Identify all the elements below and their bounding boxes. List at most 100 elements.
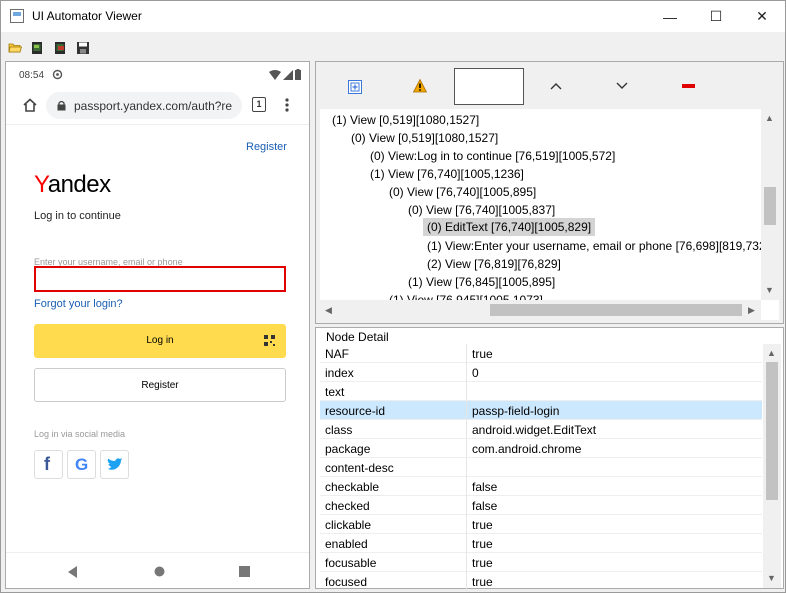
login-button-label: Log in	[146, 335, 174, 346]
detail-key: NAF	[325, 347, 349, 361]
hierarchy-tree: (1) View [0,519][1080,1527] (0) View [0,…	[320, 109, 779, 320]
social-label: Log in via social media	[34, 429, 126, 439]
username-input-highlight[interactable]	[34, 266, 286, 292]
tree-node[interactable]: (0) View [76,740][1005,837]	[408, 203, 555, 217]
detail-key: checkable	[325, 480, 380, 494]
window-title: UI Automator Viewer	[32, 9, 142, 23]
nav-recents-icon[interactable]	[239, 566, 250, 577]
next-match-icon[interactable]	[616, 82, 628, 90]
save-icon[interactable]	[76, 41, 90, 55]
detail-key: focused	[325, 575, 368, 589]
tree-node[interactable]: (1) View [76,740][1005,1236]	[370, 167, 524, 181]
google-login-button[interactable]: G	[67, 450, 96, 479]
url-field[interactable]: passport.yandex.com/auth?re	[46, 92, 242, 119]
tree-vscroll-thumb[interactable]	[764, 187, 776, 225]
scroll-down-icon[interactable]: ▼	[765, 285, 774, 295]
device-screenshot-icon[interactable]	[30, 41, 44, 55]
register-button[interactable]: Register	[34, 368, 286, 402]
tree-hscrollbar[interactable]: ◀ ▶	[320, 300, 761, 320]
table-row[interactable]: package com.android.chrome	[320, 439, 762, 458]
url-text: passport.yandex.com/auth?re	[74, 99, 233, 113]
device-screen: 08:54 passport.yandex.com/auth?re 1 Regi…	[5, 61, 310, 589]
tab-count-button[interactable]: 1	[252, 97, 266, 112]
hierarchy-pane: (1) View [0,519][1080,1527] (0) View [0,…	[315, 61, 784, 324]
tree-vscrollbar[interactable]: ▲ ▼	[761, 109, 779, 300]
status-bar: 08:54	[6, 62, 309, 88]
detail-value: true	[472, 556, 493, 570]
nav-home-icon[interactable]	[154, 566, 165, 577]
facebook-login-button[interactable]: f	[34, 450, 63, 479]
twitter-icon	[107, 458, 123, 470]
detail-value: true	[472, 575, 493, 589]
wifi-icon	[269, 70, 281, 80]
table-row[interactable]: text	[320, 382, 762, 401]
detail-value: true	[472, 518, 493, 532]
detail-value: android.widget.EditText	[472, 423, 597, 437]
tree-node[interactable]: (2) View [76,819][76,829]	[427, 257, 561, 271]
detail-value: false	[472, 499, 498, 513]
scroll-up-icon[interactable]: ▲	[765, 113, 774, 123]
toolbar	[1, 32, 785, 58]
qr-code-icon[interactable]	[264, 335, 275, 346]
login-button[interactable]: Log in	[34, 324, 286, 358]
detail-value: true	[472, 347, 493, 361]
close-button[interactable]: ✕	[739, 1, 785, 32]
warning-icon[interactable]	[413, 79, 427, 93]
maximize-button[interactable]: ☐	[693, 1, 739, 32]
browser-url-bar: passport.yandex.com/auth?re 1	[6, 88, 309, 124]
search-field[interactable]	[454, 68, 524, 105]
table-row[interactable]: enabled true	[320, 534, 762, 553]
detail-vscrollbar[interactable]: ▲ ▼	[763, 344, 781, 588]
web-content: Register Yandex Log in to continue Enter…	[6, 124, 309, 552]
table-row[interactable]: focusable true	[320, 553, 762, 572]
table-row[interactable]: focused true	[320, 572, 762, 591]
tree-node[interactable]: (1) View [76,845][1005,895]	[408, 275, 555, 289]
scroll-down-icon[interactable]: ▼	[767, 573, 776, 583]
table-row[interactable]: NAF true	[320, 344, 762, 363]
register-link[interactable]: Register	[246, 141, 287, 153]
expand-all-icon[interactable]	[348, 80, 362, 94]
android-nav-bar	[6, 552, 309, 588]
table-row[interactable]: content-desc	[320, 458, 762, 477]
detail-key: focusable	[325, 556, 377, 570]
scroll-left-icon[interactable]: ◀	[325, 305, 332, 316]
twitter-login-button[interactable]	[100, 450, 129, 479]
device-screenshot-compressed-icon[interactable]	[53, 41, 67, 55]
detail-vscroll-thumb[interactable]	[766, 362, 778, 500]
tree-node[interactable]: (0) View:Log in to continue [76,519][100…	[370, 149, 615, 163]
sync-icon	[52, 69, 63, 80]
minimize-button[interactable]: —	[647, 1, 693, 32]
table-row[interactable]: clickable true	[320, 515, 762, 534]
table-row[interactable]: index 0	[320, 363, 762, 382]
detail-value: com.android.chrome	[472, 442, 582, 456]
detail-key: class	[325, 423, 353, 437]
tree-node[interactable]: (0) View [0,519][1080,1527]	[351, 131, 498, 145]
previous-match-icon[interactable]	[550, 82, 562, 90]
open-folder-icon[interactable]	[8, 41, 22, 55]
detail-value: passp-field-login	[472, 404, 560, 418]
collapse-icon[interactable]	[682, 84, 695, 88]
scroll-right-icon[interactable]: ▶	[748, 305, 755, 316]
home-icon[interactable]	[22, 97, 38, 113]
tree-node-selected[interactable]: (0) EditText [76,740][1005,829]	[423, 218, 596, 236]
forgot-login-link[interactable]: Forgot your login?	[34, 298, 123, 310]
app-window: UI Automator Viewer — ☐ ✕ 08:54 passport…	[0, 0, 786, 593]
table-row[interactable]: class android.widget.EditText	[320, 420, 762, 439]
register-button-label: Register	[141, 380, 179, 391]
nav-back-icon[interactable]	[68, 566, 78, 578]
tree-hscroll-thumb[interactable]	[490, 304, 742, 316]
table-row[interactable]: checked false	[320, 496, 762, 515]
table-row[interactable]: checkable false	[320, 477, 762, 496]
scroll-up-icon[interactable]: ▲	[767, 348, 776, 358]
google-icon: G	[75, 455, 89, 474]
table-row-selected[interactable]: resource-id passp-field-login	[320, 401, 762, 420]
tree-node[interactable]: (1) View [0,519][1080,1527]	[332, 113, 479, 127]
detail-key: package	[325, 442, 371, 456]
detail-value: true	[472, 537, 493, 551]
tree-node[interactable]: (1) View:Enter your username, email or p…	[427, 239, 769, 253]
tree-node[interactable]: (0) View [76,740][1005,895]	[389, 185, 536, 199]
more-menu-icon[interactable]	[284, 97, 290, 113]
battery-icon	[295, 69, 301, 80]
detail-key: index	[325, 366, 354, 380]
lock-icon	[57, 100, 66, 111]
